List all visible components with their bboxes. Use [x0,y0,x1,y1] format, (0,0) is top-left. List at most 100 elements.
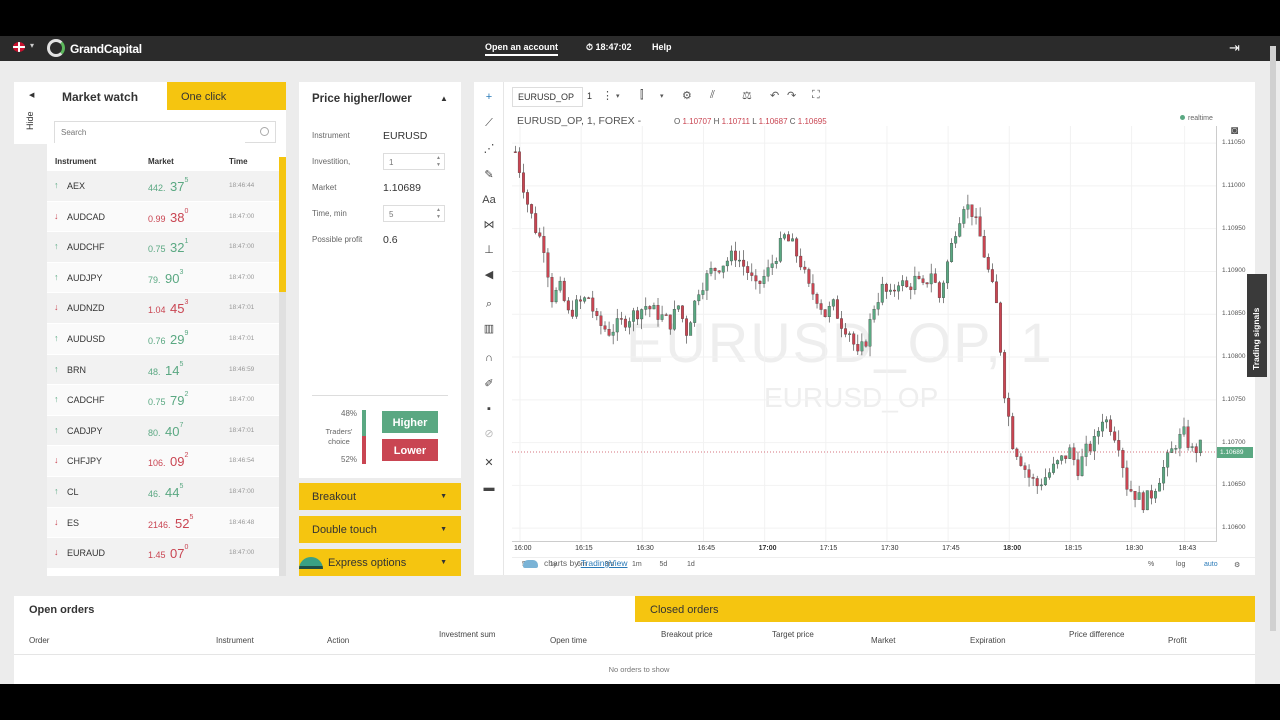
col-instrument[interactable]: Instrument [55,157,96,166]
logout-icon[interactable]: ⇥ [1229,40,1240,56]
logo-icon[interactable] [47,39,65,57]
col-time[interactable]: Time [229,157,248,166]
orders-column-header[interactable]: Market [871,635,933,646]
price-tick: 1.10850 [1222,310,1246,318]
instrument-row[interactable]: ↓ AUDNZD 1.04 453 18:47:01 [47,293,279,324]
instrument-row[interactable]: ↑ AUDCHF 0.75 321 18:47:00 [47,232,279,263]
instrument-row[interactable]: ↑ AUDJPY 79. 903 18:47:00 [47,262,279,294]
trash-icon[interactable]: ▬ [480,479,498,497]
symbol-field[interactable]: EURUSD_OP [512,87,583,107]
trendline-icon[interactable]: ⟋ [480,114,498,132]
chevron-down-icon[interactable]: ▾ [616,92,620,100]
instrument-row[interactable]: ↑ AEX 442. 375 18:46:44 [47,171,279,202]
interval-select[interactable]: 1 [587,91,592,101]
brand-name[interactable]: GrandCapital [70,42,142,56]
chevron-down-icon[interactable]: ▾ [30,41,34,50]
orders-column-header[interactable]: Order [29,635,91,646]
page-scrollbar[interactable] [1270,46,1276,631]
tab-open-orders[interactable]: Open orders [14,596,635,622]
fullscreen-icon[interactable]: ⛶ [812,89,820,102]
more-icon[interactable]: ⋮ [602,89,613,102]
orders-column-header[interactable]: Open time [550,635,612,646]
chevron-down-icon[interactable]: ▾ [660,92,664,100]
instrument-row[interactable]: ↑ CL 46. 445 18:47:00 [47,476,279,508]
measure-icon[interactable]: ⊥ [480,241,498,259]
tradingview-attribution[interactable]: charts by TradingView [523,558,628,568]
orders-column-header[interactable]: Investment sum [439,629,501,640]
open-account-link[interactable]: Open an account [485,42,559,56]
scale-option[interactable]: % [1148,561,1154,568]
panel-title[interactable]: Price higher/lower [312,93,412,105]
instrument-time: 18:47:01 [229,304,255,312]
search-icon[interactable] [260,127,269,136]
help-link[interactable]: Help [652,42,672,52]
lower-button[interactable]: Lower [382,439,438,461]
price-prefix: 0.75 [148,397,166,408]
redo-icon[interactable]: ↷ [787,89,796,102]
orders-column-header[interactable]: Target price [772,629,834,640]
stepper-icon[interactable]: ▲ ▼ [436,155,441,169]
candlestick-chart[interactable] [512,126,1217,541]
fib-icon[interactable]: ⋰ [480,140,498,158]
scrollbar[interactable] [279,157,286,576]
col-market[interactable]: Market [148,157,174,166]
crosshair-icon[interactable]: + [480,88,498,106]
candle [1096,430,1100,437]
hide-panel-tab[interactable]: ◀ Hide [14,82,47,144]
range-button[interactable]: 1m [632,561,642,568]
tab-closed-orders[interactable]: Closed orders [635,596,1255,622]
instrument-row[interactable]: ↓ EURAUD 1.45 070 18:47:00 [47,538,279,569]
indicators-icon[interactable]: ⫽ [710,89,715,102]
orders-column-header[interactable]: Action [327,635,389,646]
brush-icon[interactable]: ✎ [480,166,498,184]
scale-option[interactable]: log [1176,561,1185,568]
instrument-row[interactable]: ↑ CADCHF 0.75 792 18:47:00 [47,385,279,416]
instrument-row[interactable]: ↓ ES 2146. 525 18:46:48 [47,507,279,539]
instrument-row[interactable]: ↑ BRN 48. 145 18:46:59 [47,354,279,386]
compare-icon[interactable]: ⚖ [742,89,752,102]
collapse-icon[interactable]: ▲ [440,94,448,103]
range-button[interactable]: 5d [660,561,668,568]
time-axis[interactable]: 16:00 16:15 16:30 16:45 17:00 17:15 17:30 17:45… [512,541,1217,557]
express-options-accordion[interactable]: Express options ▼ [299,549,461,576]
camera-icon[interactable]: ◙ [1231,123,1251,143]
range-button[interactable]: 1d [687,561,695,568]
bar-style-icon[interactable]: ⫿ [640,89,644,102]
zoom-icon[interactable]: ⌕ [480,295,498,313]
stepper-icon[interactable]: ▲ ▼ [436,207,441,221]
orders-column-header[interactable]: Breakout price [661,629,723,640]
breakout-accordion[interactable]: Breakout ▼ [299,483,461,510]
orders-column-header[interactable]: Expiration [970,635,1032,646]
text-icon[interactable]: Aa [480,191,498,209]
orders-column-header[interactable]: Profit [1168,635,1230,646]
magnet-icon[interactable]: ∩ [480,349,498,367]
instrument-row[interactable]: ↑ CADJPY 80. 407 18:47:01 [47,415,279,447]
instrument-row[interactable]: ↑ AUDUSD 0.76 299 18:47:01 [47,323,279,355]
scrollbar-thumb[interactable] [279,157,286,292]
arrow-icon[interactable]: ◀ [480,266,498,284]
settings-icon[interactable]: ⚙ [682,89,692,102]
higher-button[interactable]: Higher [382,411,438,433]
instrument-row[interactable]: ↓ AUDCAD 0.99 380 18:47:00 [47,201,279,233]
stay-drawing-icon[interactable]: ✐ [480,375,498,393]
double-touch-accordion[interactable]: Double touch ▼ [299,516,461,543]
orders-column-header[interactable]: Price difference [1069,629,1131,640]
trading-signals-tab[interactable]: Trading signals [1247,274,1267,377]
uk-flag-icon[interactable] [13,42,25,52]
instrument-row[interactable]: ↓ CHFJPY 106. 092 18:46:54 [47,446,279,477]
tab-one-click[interactable]: One click [167,82,286,110]
ruler-icon[interactable]: ▥ [480,320,498,338]
pattern-icon[interactable]: ⋈ [480,216,498,234]
orders-column-header[interactable]: Instrument [216,635,278,646]
tradingview-link[interactable]: TradingView [581,558,628,568]
time-field[interactable]: 5 ▲ ▼ [383,205,445,222]
remove-tools-icon[interactable]: ✕ [480,454,498,472]
undo-icon[interactable]: ↶ [770,89,779,102]
investition-field[interactable]: 1 ▲ ▼ [383,153,445,170]
scale-option[interactable]: auto [1204,561,1218,568]
tab-market-watch[interactable]: Market watch [47,82,167,110]
search-input[interactable] [55,122,245,143]
gear-icon[interactable]: ⚙ [1234,561,1240,569]
lock-icon[interactable]: ▪ [480,400,498,418]
hide-icon[interactable]: ⊘ [480,425,498,443]
